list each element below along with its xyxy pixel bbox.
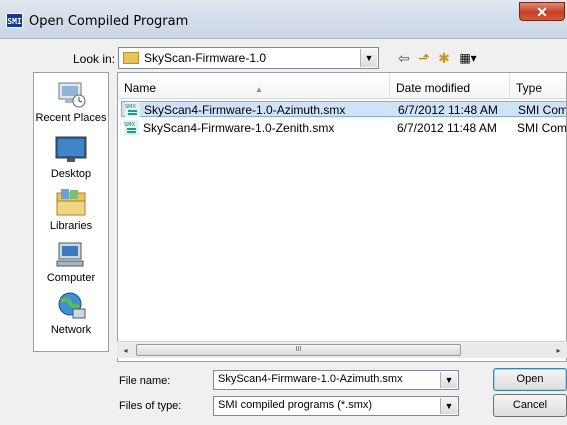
look-in-dropdown[interactable]: SkyScan-Firmware-1.0 ▼: [118, 47, 379, 69]
scroll-thumb[interactable]: III: [136, 344, 461, 356]
files-of-type-label: Files of type:: [119, 400, 182, 412]
place-label: Recent Places: [35, 112, 107, 124]
file-name: SkyScan4-Firmware-1.0-Azimuth.smx: [144, 103, 346, 117]
file-type-value: SMI compiled programs (*.smx): [218, 399, 373, 411]
up-folder-icon[interactable]: ⬏: [414, 48, 434, 68]
column-header-name[interactable]: Name ▲: [118, 73, 390, 98]
chevron-down-icon[interactable]: ▼: [360, 49, 377, 67]
place-desktop[interactable]: Desktop: [34, 135, 108, 180]
open-compiled-program-dialog: SMI Open Compiled Program ✕ Look in: Sky…: [0, 0, 567, 425]
horizontal-scrollbar[interactable]: ◂ III ▸: [117, 341, 567, 358]
place-network[interactable]: Network: [34, 291, 108, 336]
file-name-combobox[interactable]: SkyScan4-Firmware-1.0-Azimuth.smx ▼: [213, 370, 459, 390]
look-in-value: SkyScan-Firmware-1.0: [144, 51, 267, 65]
file-name-input[interactable]: SkyScan4-Firmware-1.0-Azimuth.smx: [218, 373, 403, 385]
column-header-date-modified[interactable]: Date modified: [390, 73, 510, 98]
back-icon[interactable]: ⇦: [394, 48, 414, 68]
window-title: Open Compiled Program: [29, 14, 189, 29]
desktop-icon: [55, 136, 87, 162]
open-button[interactable]: Open: [493, 368, 567, 391]
file-name: SkyScan4-Firmware-1.0-Zenith.smx: [143, 121, 335, 135]
place-label: Computer: [46, 272, 96, 284]
scroll-right-icon[interactable]: ▸: [550, 342, 567, 359]
column-header-type[interactable]: Type: [510, 73, 566, 98]
place-recent-places[interactable]: Recent Places: [34, 79, 108, 124]
recent-places-icon: [58, 82, 86, 108]
computer-icon: [56, 242, 84, 267]
new-folder-icon[interactable]: ✱: [434, 48, 454, 68]
place-label: Desktop: [50, 168, 92, 180]
look-in-label: Look in:: [73, 52, 116, 66]
file-row[interactable]: SMX SkyScan4-Firmware-1.0-Azimuth.smx 6/…: [121, 101, 566, 117]
libraries-icon: [56, 189, 86, 216]
file-type: SMI Compiled: [518, 103, 566, 117]
chevron-down-icon[interactable]: ▼: [440, 398, 457, 414]
place-label: Libraries: [49, 220, 93, 232]
svg-text:SMX: SMX: [125, 104, 136, 110]
title-bar[interactable]: SMI Open Compiled Program ✕: [0, 0, 567, 39]
scroll-left-icon[interactable]: ◂: [117, 342, 134, 359]
folder-icon: [123, 52, 139, 64]
file-date-modified: 6/7/2012 11:48 AM: [397, 121, 497, 135]
place-label: Network: [50, 324, 92, 336]
view-menu-icon[interactable]: ▦▾: [454, 48, 482, 68]
chevron-down-icon[interactable]: ▼: [440, 372, 457, 388]
close-button[interactable]: ✕: [519, 2, 565, 21]
place-libraries[interactable]: Libraries: [34, 187, 108, 232]
smx-file-icon: SMX: [124, 120, 139, 135]
file-row[interactable]: SMX SkyScan4-Firmware-1.0-Zenith.smx 6/7…: [121, 120, 567, 136]
svg-text:SMX: SMX: [124, 122, 135, 128]
column-header-row: Name ▲ Date modified Type: [118, 73, 566, 99]
file-name-label: File name:: [119, 375, 171, 387]
smx-file-icon: SMX: [125, 102, 140, 117]
file-list[interactable]: Name ▲ Date modified Type SMX SkyScan4-F…: [117, 72, 567, 362]
app-icon: SMI: [6, 13, 23, 28]
network-icon: [58, 292, 86, 319]
places-bar: Recent Places Desktop Libraries Computer…: [33, 72, 109, 352]
file-type: SMI Compiled: [517, 121, 567, 135]
file-date-modified: 6/7/2012 11:48 AM: [398, 103, 498, 117]
navigation-toolbar: ⇦ ⬏ ✱ ▦▾: [394, 48, 482, 68]
place-computer[interactable]: Computer: [34, 239, 108, 284]
file-type-dropdown[interactable]: SMI compiled programs (*.smx) ▼: [213, 396, 459, 416]
cancel-button[interactable]: Cancel: [493, 394, 567, 417]
